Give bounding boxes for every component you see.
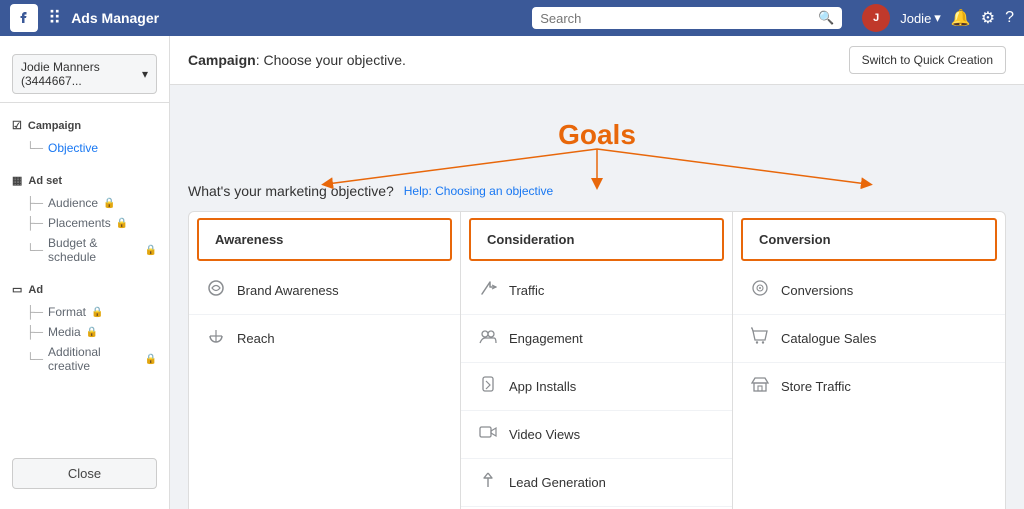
engagement-icon [477, 326, 499, 351]
help-icon[interactable]: ? [1005, 9, 1014, 27]
sidebar-section-campaign-title: ☑ Campaign [12, 119, 157, 132]
sidebar-item-additional-creative[interactable]: └─ Additional creative 🔒 [26, 342, 157, 376]
store-traffic-icon [749, 374, 771, 399]
search-icon: 🔍 [818, 10, 834, 26]
catalogue-sales-icon [749, 326, 771, 351]
video-views-item[interactable]: Video Views [461, 411, 732, 459]
catalogue-sales-item[interactable]: Catalogue Sales [733, 315, 1005, 363]
notifications-icon[interactable]: 🔔 [951, 8, 971, 28]
ad-tree: ├─ Format 🔒 ├─ Media 🔒 └─ Additional cre… [12, 302, 157, 376]
grid-icon[interactable]: ⠿ [48, 8, 61, 29]
sidebar-section-adset: ▦ Ad set ├─ Audience 🔒 ├─ Placements 🔒 [0, 166, 169, 275]
awareness-column: Awareness Brand Awareness Reach [189, 212, 461, 509]
close-button[interactable]: Close [12, 458, 157, 489]
ad-section-icon: ▭ [12, 283, 22, 296]
sidebar-section-adset-title: ▦ Ad set [12, 174, 157, 187]
additional-creative-lock-icon: 🔒 [145, 354, 157, 365]
sidebar-item-budget[interactable]: └─ Budget & schedule 🔒 [26, 233, 157, 267]
conversions-icon [749, 278, 771, 303]
main-content: Campaign: Choose your objective. Switch … [170, 36, 1024, 509]
switch-to-quick-creation-button[interactable]: Switch to Quick Creation [849, 46, 1006, 74]
search-bar[interactable]: 🔍 [532, 7, 842, 29]
settings-icon[interactable]: ⚙ [981, 8, 995, 28]
lead-generation-item[interactable]: Lead Generation [461, 459, 732, 507]
reach-item[interactable]: Reach [189, 315, 460, 362]
conversion-column: Conversion Conversions Catalogue Sales [733, 212, 1005, 509]
nav-right-actions: J Jodie ▾ 🔔 ⚙ ? [862, 4, 1014, 32]
sidebar-item-media[interactable]: ├─ Media 🔒 [26, 322, 157, 342]
placements-lock-icon: 🔒 [116, 218, 128, 229]
sidebar: Jodie Manners (3444667... ▾ ☑ Campaign └… [0, 36, 170, 509]
budget-lock-icon: 🔒 [145, 245, 157, 256]
campaign-tree: └─ Objective [12, 138, 157, 158]
engagement-item[interactable]: Engagement [461, 315, 732, 363]
adset-section-icon: ▦ [12, 174, 22, 187]
goals-arrows-svg [188, 149, 1006, 189]
sidebar-item-format[interactable]: ├─ Format 🔒 [26, 302, 157, 322]
user-menu[interactable]: Jodie ▾ [900, 10, 941, 26]
goals-title-row: Goals [188, 119, 1006, 151]
lead-generation-icon [477, 470, 499, 495]
sidebar-section-ad-title: ▭ Ad [12, 283, 157, 296]
sidebar-section-ad: ▭ Ad ├─ Format 🔒 ├─ Media 🔒 └─ [0, 275, 169, 384]
sidebar-section-campaign: ☑ Campaign └─ Objective [0, 111, 169, 166]
consideration-header: Consideration [469, 218, 724, 261]
search-input[interactable] [540, 11, 818, 26]
objective-area: Goals [170, 85, 1024, 509]
media-lock-icon: 🔒 [86, 327, 98, 338]
conversion-header: Conversion [741, 218, 997, 261]
format-lock-icon: 🔒 [91, 307, 103, 318]
app-installs-icon [477, 374, 499, 399]
sidebar-item-placements[interactable]: ├─ Placements 🔒 [26, 213, 157, 233]
consideration-column: Consideration Traffic Engagement [461, 212, 733, 509]
awareness-header: Awareness [197, 218, 452, 261]
campaign-bar-title: Campaign: Choose your objective. [188, 52, 406, 68]
app-installs-item[interactable]: App Installs [461, 363, 732, 411]
store-traffic-item[interactable]: Store Traffic [733, 363, 1005, 410]
goals-label: Goals [558, 119, 636, 150]
video-views-icon [477, 422, 499, 447]
campaign-bar: Campaign: Choose your objective. Switch … [170, 36, 1024, 85]
traffic-item[interactable]: Traffic [461, 267, 732, 315]
reach-icon [205, 326, 227, 351]
adset-tree: ├─ Audience 🔒 ├─ Placements 🔒 └─ Budget … [12, 193, 157, 267]
brand-awareness-icon [205, 278, 227, 303]
top-navigation: ⠿ Ads Manager 🔍 J Jodie ▾ 🔔 ⚙ ? [0, 0, 1024, 36]
avatar[interactable]: J [862, 4, 890, 32]
app-title: Ads Manager [71, 10, 159, 26]
audience-lock-icon: 🔒 [103, 198, 115, 209]
sidebar-item-objective[interactable]: └─ Objective [26, 138, 157, 158]
campaign-section-icon: ☑ [12, 119, 22, 132]
conversions-item[interactable]: Conversions [733, 267, 1005, 315]
traffic-icon [477, 278, 499, 303]
objectives-grid: Awareness Brand Awareness Reach [188, 211, 1006, 509]
account-selector[interactable]: Jodie Manners (3444667... ▾ [12, 54, 157, 94]
sidebar-item-audience[interactable]: ├─ Audience 🔒 [26, 193, 157, 213]
brand-awareness-item[interactable]: Brand Awareness [189, 267, 460, 315]
facebook-logo [10, 4, 38, 32]
goals-wrapper: Goals [188, 119, 1006, 509]
